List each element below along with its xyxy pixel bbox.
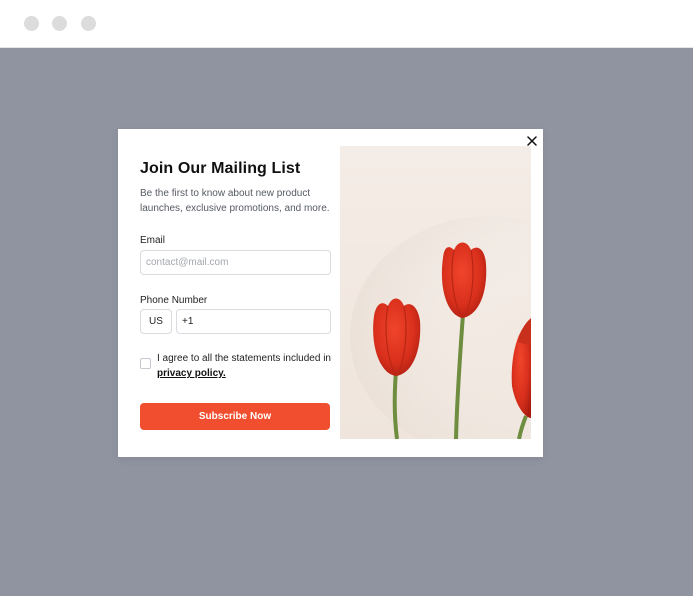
modal-subtitle: Be the first to know about new product l… xyxy=(140,188,330,214)
email-input[interactable] xyxy=(140,250,331,275)
email-label: Email xyxy=(140,235,166,246)
window-control-dot[interactable] xyxy=(81,16,96,31)
window-control-dot[interactable] xyxy=(24,16,39,31)
privacy-policy-link[interactable]: privacy policy. xyxy=(157,368,226,379)
modal-title: Join Our Mailing List xyxy=(140,160,301,177)
red-tulips-photo xyxy=(340,146,531,439)
consent-text: I agree to all the statements included i… xyxy=(157,351,335,381)
browser-window: Join Our Mailing List Be the first to kn… xyxy=(0,0,693,596)
country-code-select[interactable]: US xyxy=(140,309,172,334)
consent-statement: I agree to all the statements included i… xyxy=(157,353,331,364)
window-titlebar xyxy=(0,0,693,48)
phone-input[interactable] xyxy=(176,309,331,334)
window-control-dot[interactable] xyxy=(52,16,67,31)
phone-label: Phone Number xyxy=(140,295,208,306)
close-icon xyxy=(527,136,537,146)
subscribe-button[interactable]: Subscribe Now xyxy=(140,403,330,430)
mailing-list-modal: Join Our Mailing List Be the first to kn… xyxy=(118,129,543,457)
privacy-checkbox[interactable] xyxy=(140,358,151,369)
